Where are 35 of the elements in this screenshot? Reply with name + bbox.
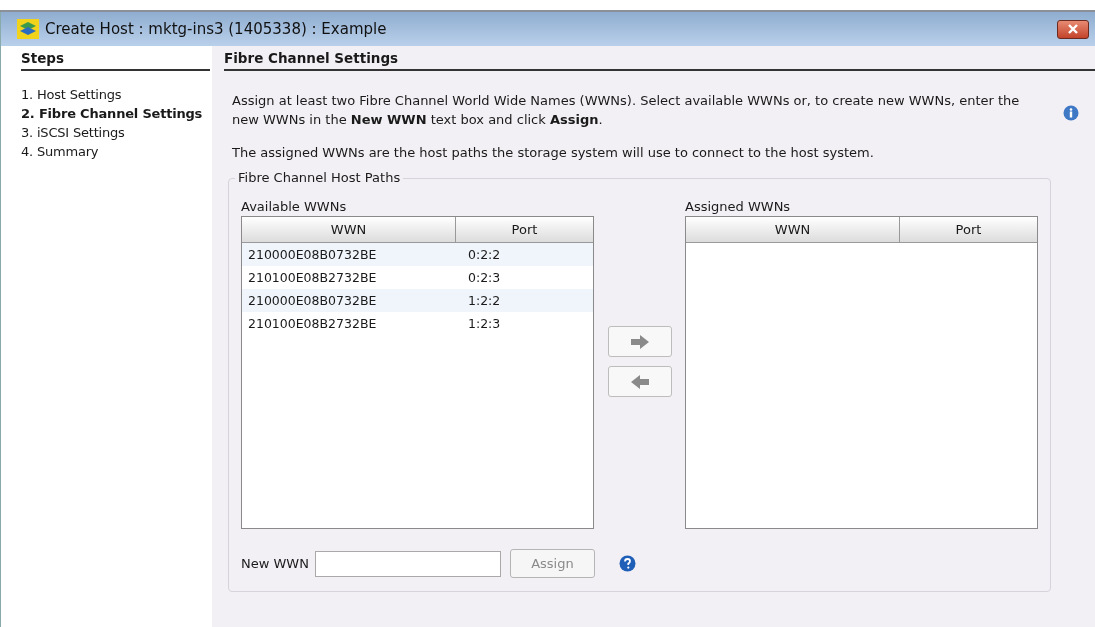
table-cell-text: 210100E08B2732BE (247, 315, 378, 333)
step-item[interactable]: 4. Summary (21, 144, 212, 159)
add-button[interactable] (607, 326, 672, 357)
info-icon[interactable] (1063, 105, 1079, 121)
page-heading: Fibre Channel Settings (224, 46, 1095, 71)
table-cell-text: 210000E08B0732BE (247, 292, 378, 310)
column-header[interactable]: WWN (686, 217, 900, 242)
help-icon[interactable] (618, 555, 636, 572)
table-cell-text: 1:2:2 (467, 292, 502, 310)
column-header[interactable]: WWN (242, 217, 456, 242)
column-header[interactable]: Port (900, 217, 1037, 242)
instructions-text: Assign at least two Fibre Channel World Wide Names (WWNs). Select available WWNs or, to create new WWNs, enter the new WWNs in the New WWN text box and click Assign. (232, 92, 1021, 129)
table-cell-text: 210000E08B0732BE (247, 246, 378, 264)
table-cell-text: 0:2:3 (467, 269, 502, 287)
group-title: Fibre Channel Host Paths (235, 170, 404, 185)
left-arrow-icon (629, 374, 650, 389)
note-text: The assigned WWNs are the host paths the storage system will use to connect to the host system. (232, 145, 875, 160)
remove-button[interactable] (607, 366, 672, 397)
column-header[interactable]: Port (456, 217, 593, 242)
step-item[interactable]: 2. Fibre Channel Settings (21, 106, 212, 121)
list-label: Assigned WWNs (685, 199, 792, 214)
new-wwn-field[interactable] (314, 550, 501, 577)
table-cell-text: 210100E08B2732BE (247, 269, 378, 287)
steps-heading: Steps (21, 46, 210, 71)
window-title: Create Host : mktg-ins3 (1405338) : Example (45, 20, 387, 38)
table-cell-text: 1:2:3 (467, 315, 502, 333)
close-icon (1067, 24, 1079, 34)
step-item[interactable]: 3. iSCSI Settings (21, 125, 212, 140)
close-button[interactable] (1057, 19, 1089, 39)
step-item[interactable]: 1. Host Settings (21, 87, 212, 102)
new-wwn-label: New WWN (241, 556, 309, 571)
list-label: Available WWNs (241, 199, 348, 214)
right-arrow-icon (629, 334, 650, 349)
app-icon (17, 19, 39, 39)
table-cell-text: 0:2:2 (467, 246, 502, 264)
